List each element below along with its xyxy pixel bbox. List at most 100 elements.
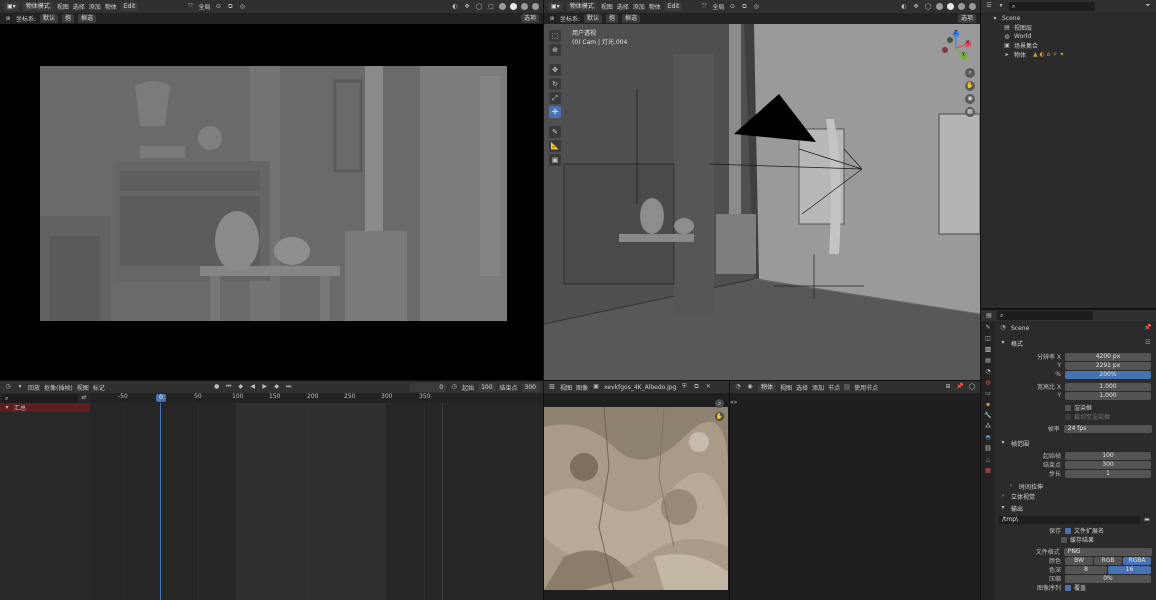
crop-checkbox[interactable] <box>1065 413 1071 420</box>
node-editor-canvas[interactable]: «» <box>730 393 980 600</box>
display-mode-icon[interactable]: ▾ <box>997 2 1005 10</box>
end-field[interactable]: 300 <box>521 382 539 392</box>
file-ext-checkbox[interactable] <box>1065 527 1071 534</box>
object-tab-icon[interactable]: ▪ <box>984 401 992 409</box>
collapse-arrows-icon[interactable]: «» <box>730 399 737 406</box>
current-frame-field[interactable]: 0 <box>410 382 447 392</box>
world-tab-icon[interactable]: ◍ <box>984 379 992 387</box>
select-box-tool-icon[interactable]: ⬚ <box>549 30 561 42</box>
drag-select[interactable]: 拖 <box>62 14 75 23</box>
add-cube-tool-icon[interactable]: ▣ <box>549 154 561 166</box>
drag-select[interactable]: 拖 <box>606 14 619 23</box>
resolution-y-field[interactable]: 2291 px <box>1065 361 1151 370</box>
select-mode-button[interactable]: 框选 <box>622 14 641 23</box>
summary-channel[interactable]: ▾ 汇总 <box>0 403 90 412</box>
options-button[interactable]: 选项 <box>957 14 976 23</box>
visibility-icon[interactable]: ◐ <box>900 3 908 11</box>
render-region-checkbox[interactable] <box>1065 404 1071 411</box>
scene-tab-icon[interactable]: ◔ <box>984 368 992 376</box>
menu-select[interactable]: 选择 <box>73 2 85 11</box>
shading-material-icon[interactable] <box>521 3 528 10</box>
fake-user-icon[interactable]: ⛨ <box>680 383 688 391</box>
menu-view[interactable]: 视图 <box>77 383 89 392</box>
resolution-x-field[interactable]: 4200 px <box>1065 352 1151 361</box>
shader-type-icon[interactable]: ◉ <box>746 383 754 391</box>
record-icon[interactable]: ● <box>213 383 221 391</box>
right-viewport-canvas[interactable]: 用户透视 (0) Cam | 灯光.004 ⬚ ⊕ ✥ ↻ ⤢ ✣ ✎ 📐 ▣ … <box>544 24 980 380</box>
coords-select[interactable]: 默认 <box>584 14 603 23</box>
menu-add[interactable]: 添加 <box>633 2 645 11</box>
select-mode-button[interactable]: 框选 <box>78 14 97 23</box>
properties-editor-icon[interactable]: ▤ <box>985 312 993 320</box>
modifier-tab-icon[interactable]: 🔧 <box>984 412 992 420</box>
frame-range-section-header[interactable]: ▾ 帧范围 <box>999 438 1152 448</box>
menu-image[interactable]: 图像 <box>576 383 588 392</box>
options-button[interactable]: 选项 <box>520 14 539 23</box>
proportional-edit-icon[interactable]: ◎ <box>238 3 246 11</box>
playhead-line[interactable] <box>160 403 161 600</box>
next-key-icon[interactable]: ◆ <box>273 383 281 391</box>
outliner-editor-icon[interactable]: ☰ <box>985 2 993 10</box>
properties-search-input[interactable]: ⌕ <box>997 311 1093 320</box>
overlay-icon[interactable]: ◯ <box>924 3 932 11</box>
data-tab-icon[interactable]: △ <box>984 456 992 464</box>
coords-select[interactable]: 默认 <box>40 14 59 23</box>
play-icon[interactable]: ▶ <box>261 383 269 391</box>
texture-tab-icon[interactable]: ▦ <box>984 467 992 475</box>
overlay-icon[interactable]: ◯ <box>968 383 976 391</box>
gizmo-icon[interactable]: ✥ <box>463 3 471 11</box>
menu-object[interactable]: 物体 <box>105 2 117 11</box>
pivot-icon[interactable]: ⊙ <box>728 3 736 11</box>
annotate-tool-icon[interactable]: ✎ <box>549 126 561 138</box>
new-image-icon[interactable]: ⧉ <box>692 383 700 391</box>
pin-icon[interactable]: 📌 <box>1144 324 1152 332</box>
time-stretch-section[interactable]: › 时间拉伸 <box>999 481 1152 491</box>
menu-node[interactable]: 节点 <box>828 383 840 392</box>
shading-wireframe-icon[interactable] <box>936 3 943 10</box>
pan-hand-icon[interactable]: ✋ <box>965 81 975 91</box>
outliner-row-scene[interactable]: ▾ Scene <box>981 14 1156 23</box>
timeline-editor-icon[interactable]: ◷ <box>4 383 12 391</box>
navigation-gizmo[interactable]: X Y Z <box>938 30 974 66</box>
transform-orientation-select[interactable]: 全局 <box>712 2 724 11</box>
output-path-input[interactable]: /tmp\ <box>999 515 1140 524</box>
jump-start-icon[interactable]: ⏮ <box>225 383 233 391</box>
ortho-toggle-icon[interactable]: ▦ <box>965 107 975 117</box>
menu-playback[interactable]: 回放 <box>28 383 40 392</box>
tool-tab-icon[interactable]: ✎ <box>984 324 992 332</box>
outliner-row-scene-collection[interactable]: ▣ 场景集合 <box>981 41 1156 51</box>
cache-checkbox[interactable] <box>1061 536 1067 543</box>
compression-slider[interactable]: 0% <box>1065 574 1151 583</box>
frame-start-field[interactable]: 100 <box>1065 451 1151 460</box>
menu-view[interactable]: 视图 <box>560 383 572 392</box>
prev-key-icon[interactable]: ◆ <box>237 383 245 391</box>
stereo-section[interactable]: › 立体视觉 <box>999 491 1152 501</box>
image-filename[interactable]: xevkfgos_4K_Albedo.jpg <box>604 384 676 391</box>
menu-object[interactable]: 物体 <box>649 2 661 11</box>
snap-icon[interactable]: ⧉ <box>226 3 234 11</box>
aspect-y-field[interactable]: 1.000 <box>1065 391 1151 400</box>
color-bw-button[interactable]: BW <box>1065 556 1093 565</box>
snap-icon[interactable]: ⧉ <box>740 3 748 11</box>
mode-select[interactable]: 物体模式 <box>566 2 597 11</box>
image-browse-icon[interactable]: ▣ <box>592 383 600 391</box>
depth-8-button[interactable]: 8 <box>1065 565 1107 574</box>
slot-icon[interactable]: ⊞ <box>944 383 952 391</box>
object-select[interactable]: 物体 <box>758 382 777 392</box>
outliner-search-input[interactable]: ⌕ <box>1009 1 1095 11</box>
visibility-icon[interactable]: ◐ <box>451 3 459 11</box>
menu-select[interactable]: 选择 <box>617 2 629 11</box>
pivot-icon[interactable]: ⊙ <box>214 3 222 11</box>
node-editor-icon[interactable]: ◔ <box>734 383 742 391</box>
file-format-select[interactable]: PNG <box>1063 547 1152 556</box>
camera-view-icon[interactable]: ◉ <box>965 94 975 104</box>
view-layer-tab-icon[interactable]: ▤ <box>984 357 992 365</box>
transform-orientation-select[interactable]: 全局 <box>198 2 210 11</box>
measure-tool-icon[interactable]: 📐 <box>549 140 561 152</box>
frame-step-field[interactable]: 1 <box>1065 469 1151 478</box>
unlink-icon[interactable]: ✕ <box>704 383 712 391</box>
fps-select[interactable]: 24 fps <box>1063 424 1152 433</box>
image-editor-canvas[interactable]: ⌕ ✋ <box>544 393 729 600</box>
particles-tab-icon[interactable]: ⁂ <box>984 423 992 431</box>
zoom-icon[interactable]: ⌕ <box>965 68 975 78</box>
